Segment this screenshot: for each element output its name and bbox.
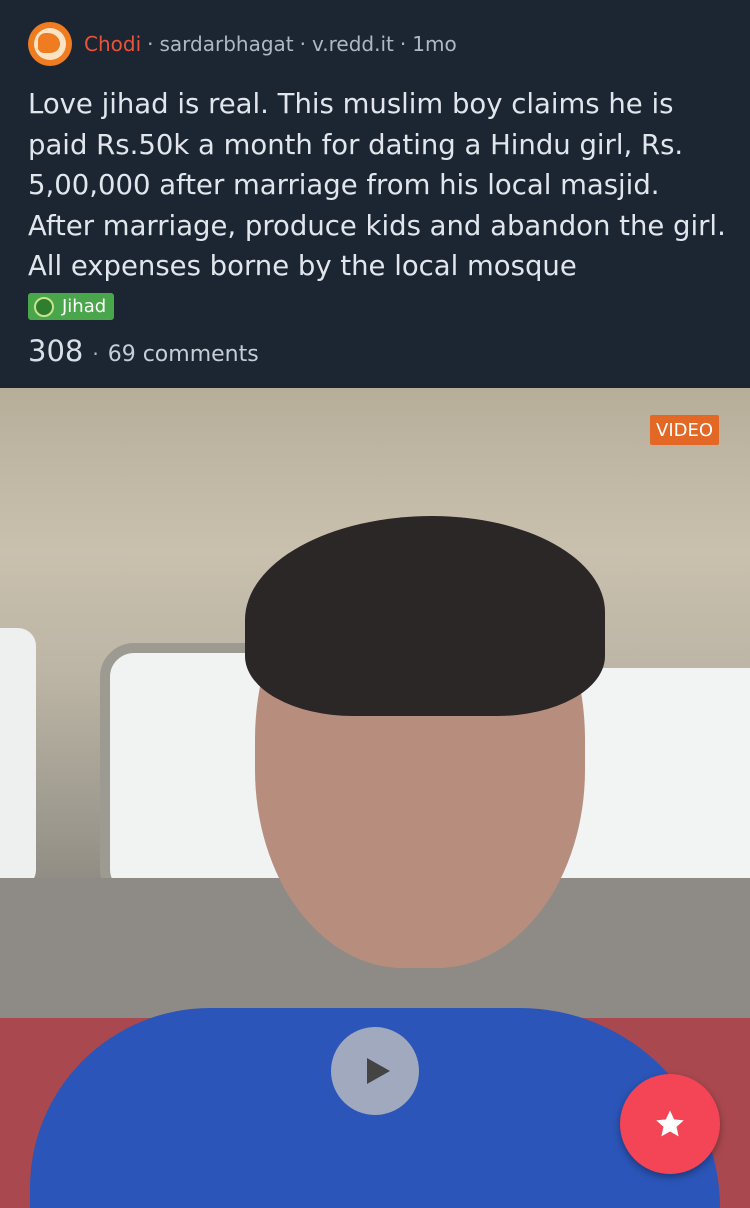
separator-dot: · (92, 342, 99, 366)
subreddit-link[interactable]: Chodi (84, 32, 141, 56)
separator-dot: · (147, 32, 154, 56)
post-title[interactable]: Love jihad is real. This muslim boy clai… (28, 84, 728, 287)
post-age: 1mo (412, 32, 457, 56)
post-score: 308 (28, 334, 84, 368)
play-button[interactable] (331, 1027, 419, 1115)
favorite-fab-button[interactable] (620, 1074, 720, 1174)
play-icon (366, 1058, 390, 1084)
flair-label: Jihad (62, 296, 107, 317)
post-domain[interactable]: v.redd.it (312, 32, 394, 56)
post-meta-row: Chodi · sardarbhagat · v.redd.it · 1mo (28, 22, 457, 66)
subreddit-avatar-icon[interactable] (28, 22, 72, 66)
author-link[interactable]: sardarbhagat (160, 32, 294, 56)
post-flair[interactable]: Jihad (28, 293, 115, 320)
comments-link[interactable]: 69 comments (108, 342, 259, 367)
separator-dot: · (399, 32, 407, 56)
star-icon (656, 1110, 684, 1137)
video-badge: VIDEO (650, 415, 720, 445)
separator-dot: · (299, 32, 306, 56)
post-stats: 308 · 69 comments (28, 334, 259, 370)
flair-emblem-icon (34, 296, 54, 317)
post-header[interactable]: Chodi · sardarbhagat · v.redd.it · 1mo L… (0, 0, 750, 388)
